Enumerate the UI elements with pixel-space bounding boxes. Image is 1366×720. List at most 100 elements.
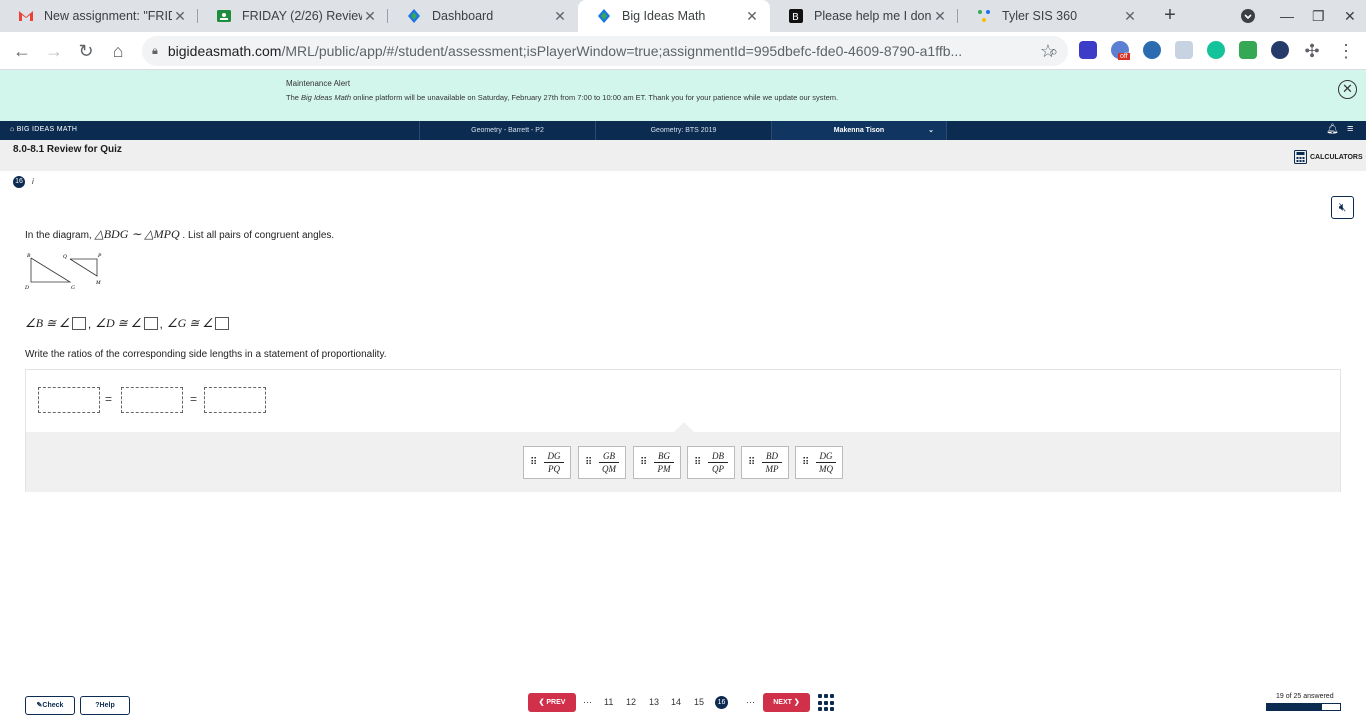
extension-c-icon[interactable] (1079, 41, 1097, 59)
angle-g-answer-box[interactable] (215, 317, 230, 330)
ratio-tile[interactable]: ⠿ DG MQ (795, 446, 843, 479)
tab-search-icon[interactable] (1240, 0, 1256, 32)
address-bar[interactable]: 🔒︎ bigideasmath.com /MRL/public/app/#/st… (142, 36, 1068, 66)
question-grid-icon[interactable] (818, 694, 836, 712)
brand-logo[interactable]: ⌂ BIG IDEAS MATH (10, 126, 77, 133)
grammarly-icon[interactable] (1207, 41, 1225, 59)
close-icon[interactable]: ✕ (744, 8, 760, 25)
forward-icon[interactable]: → (42, 39, 66, 63)
vertex-label-b: B (27, 253, 31, 259)
angle-b-answer-box[interactable] (71, 317, 86, 330)
question-number-badge: 16 (13, 176, 25, 188)
restore-icon[interactable]: ❐ (1312, 0, 1325, 32)
progress-fill (1267, 704, 1323, 710)
extension-green-icon[interactable] (1239, 41, 1257, 59)
ratio-tile[interactable]: ⠿ BG PM (633, 446, 681, 479)
audio-muted-icon[interactable]: 🔇︎ (1331, 196, 1354, 219)
brainly-icon: B (789, 9, 803, 23)
help-button[interactable]: ?Help (80, 696, 130, 715)
drop-target-1[interactable] (38, 387, 100, 413)
vertex-label-m: M (95, 280, 101, 286)
url-host: bigideasmath.com (167, 43, 282, 59)
current-page[interactable]: 16 (715, 696, 728, 709)
home-icon[interactable]: ⌂ (106, 39, 130, 63)
chevron-right-icon: ❯ (791, 699, 800, 706)
close-icon[interactable]: ✕ (362, 8, 378, 25)
assignment-bar: 8.0-8.1 Review for Quiz CALCULATORS (0, 140, 1366, 171)
ratio-tile[interactable]: ⠿ GB QM (578, 446, 626, 479)
tile-bank: ⠿ DG PQ ⠿ GB QM ⠿ BG PM ⠿ DB QP ⠿ BD MP ⠿ DG MQ (26, 432, 1340, 492)
angle-d-answer-box[interactable] (143, 317, 158, 330)
lock-icon: 🔒︎ (152, 44, 158, 57)
page-link[interactable]: 11 (604, 697, 613, 707)
banner-close-icon[interactable]: ✕ (1338, 80, 1357, 99)
chrome-menu-icon[interactable]: ⋮ (1334, 39, 1358, 63)
tab-classroom[interactable]: FRIDAY (2/26) Review f ✕ (198, 0, 388, 32)
calculator-icon (1294, 150, 1307, 164)
url-path: /MRL/public/app/#/student/assessment;isP… (281, 43, 963, 59)
check-button[interactable]: ✎Check (25, 696, 75, 715)
back-icon[interactable]: ← (10, 39, 34, 63)
ratio-tile[interactable]: ⠿ DB QP (687, 446, 735, 479)
tab-brainly[interactable]: B Please help me I don't k ✕ (770, 0, 958, 32)
drag-handle-icon: ⠿ (640, 457, 647, 468)
vertex-label-p: P (97, 253, 102, 259)
big-ideas-icon (408, 9, 420, 23)
extension-puzzle-gray-icon[interactable] (1175, 41, 1193, 59)
assignment-title: 8.0-8.1 Review for Quiz (13, 144, 122, 155)
app-nav: ⌂ BIG IDEAS MATH Geometry - Barrett - P2… (0, 121, 1366, 140)
close-icon[interactable]: ✕ (1122, 8, 1138, 25)
tab-big-ideas-math[interactable]: Big Ideas Math ✕ (578, 0, 770, 32)
bookmark-star-icon[interactable]: ☆ (1036, 39, 1060, 63)
bell-icon[interactable]: 🔔︎ (1326, 124, 1339, 135)
extension-k-icon[interactable] (1271, 41, 1289, 59)
progress-bar (1266, 703, 1341, 711)
tab-gmail[interactable]: New assignment: "FRID ✕ (0, 0, 198, 32)
browser-tabstrip: New assignment: "FRID ✕ FRIDAY (2/26) Re… (0, 0, 1366, 32)
pagination-ellipsis[interactable]: ··· (583, 697, 592, 707)
classroom-icon (217, 10, 231, 22)
calculators-button[interactable]: CALCULATORS (1294, 150, 1363, 164)
drag-handle-icon: ⠿ (585, 457, 592, 468)
info-icon[interactable]: i (32, 177, 34, 186)
triangle-diagram: B D G Q P M (24, 253, 102, 291)
page-link[interactable]: 15 (694, 697, 704, 707)
reload-icon[interactable]: ↻ (74, 39, 98, 63)
ratio-tile[interactable]: ⠿ DG PQ (523, 446, 571, 479)
drag-handle-icon: ⠿ (748, 457, 755, 468)
drop-target-3[interactable] (204, 387, 266, 413)
vertex-label-g: G (71, 285, 75, 291)
user-menu[interactable]: Makenna Tison ⌄ (771, 121, 947, 140)
close-icon[interactable]: ✕ (552, 8, 568, 25)
pagination-ellipsis[interactable]: ··· (746, 697, 755, 707)
ratio-tile[interactable]: ⠿ BD MP (741, 446, 789, 479)
home-icon: ⌂ (10, 126, 17, 133)
extensions-puzzle-icon[interactable]: ✣ (1300, 39, 1324, 63)
window-close-icon[interactable]: ✕ (1344, 0, 1356, 32)
new-tab-button[interactable]: + (1158, 4, 1182, 28)
tab-title: New assignment: "FRID (44, 9, 172, 23)
drop-target-2[interactable] (121, 387, 183, 413)
minimize-icon[interactable]: — (1280, 0, 1294, 32)
page-link[interactable]: 13 (649, 697, 659, 707)
page-link[interactable]: 12 (626, 697, 636, 707)
page-link[interactable]: 14 (671, 697, 681, 707)
nav-class[interactable]: Geometry - Barrett - P2 (419, 121, 595, 140)
tab-dashboard[interactable]: Dashboard ✕ (388, 0, 578, 32)
tyler-icon (978, 10, 990, 22)
extension-badge: off (1118, 53, 1130, 60)
tab-tyler-sis[interactable]: Tyler SIS 360 ✕ (958, 0, 1148, 32)
extension-shield-icon[interactable] (1143, 41, 1161, 59)
prev-button[interactable]: ❮ PREV (528, 693, 576, 712)
nav-program[interactable]: Geometry: BTS 2019 (595, 121, 771, 140)
proportion-prompt: Write the ratios of the corresponding si… (25, 349, 387, 360)
maintenance-banner: Maintenance Alert The Big Ideas Math onl… (0, 70, 1366, 121)
banner-title: Maintenance Alert (286, 79, 351, 88)
close-icon[interactable]: ✕ (172, 8, 188, 25)
next-button[interactable]: NEXT ❯ (763, 693, 810, 712)
svg-text:B: B (792, 12, 799, 23)
chevron-down-icon: ⌄ (928, 127, 934, 134)
close-icon[interactable]: ✕ (932, 8, 948, 25)
drag-drop-area: = = ⠿ DG PQ ⠿ GB QM ⠿ BG PM ⠿ DB QP ⠿ BD MP ⠿ DG MQ (25, 369, 1341, 492)
hamburger-menu-icon[interactable]: ≡ (1347, 123, 1353, 135)
